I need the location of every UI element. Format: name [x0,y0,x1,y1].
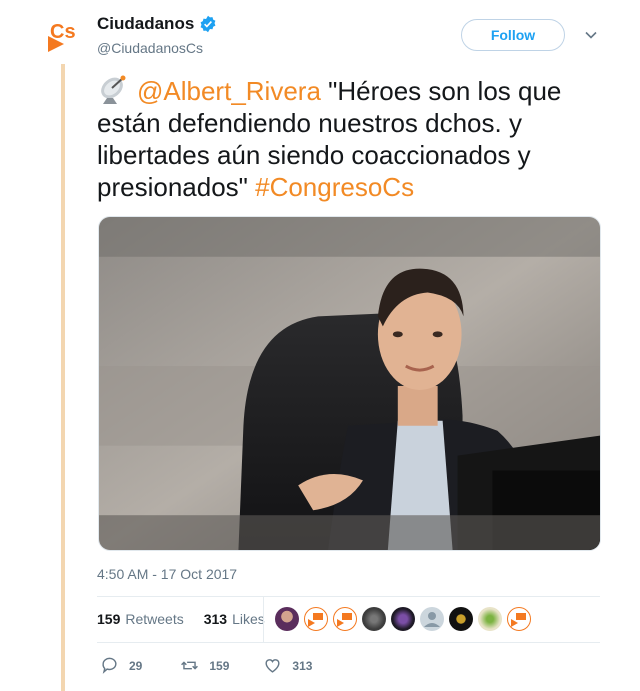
retweets-stat[interactable]: 159 Retweets [97,611,184,627]
account-handle[interactable]: @CiudadanosCs [97,40,203,56]
liker-avatar[interactable] [333,607,357,631]
reply-count: 29 [129,658,143,673]
liker-avatar[interactable] [391,607,415,631]
reply-icon [102,657,117,674]
tweet-text: @Albert_Rivera "Héroes son los que están… [97,74,612,203]
retweet-count: 159 [209,658,230,673]
liker-avatar[interactable] [362,607,386,631]
retweet-button[interactable]: 159 [180,656,229,675]
tweet-stats: 159 Retweets 313 Likes [97,611,275,627]
liker-avatar[interactable] [420,607,444,631]
verified-badge-icon [200,15,216,33]
likes-stat[interactable]: 313 Likes [204,611,265,627]
avatar[interactable]: Cs [44,14,88,58]
logo-text: Cs [50,21,76,43]
hashtag-link[interactable]: #CongresoCs [255,172,414,202]
tweet-actions: 29 159 313 [100,656,312,675]
account-name[interactable]: Ciudadanos [97,14,194,34]
liker-avatar[interactable] [449,607,473,631]
likes-count: 313 [203,611,228,627]
thread-line [61,64,65,691]
reply-button[interactable]: 29 [100,656,142,675]
likers-avatars [275,607,536,631]
liker-avatar[interactable] [275,607,299,631]
like-button[interactable]: 313 [263,656,312,675]
liker-avatar[interactable] [304,607,328,631]
tweet-photo[interactable] [98,216,601,551]
likes-label: Likes [232,611,265,627]
follow-button[interactable]: Follow [461,19,565,51]
retweets-label: Retweets [125,611,184,627]
tweet-timestamp[interactable]: 4:50 AM - 17 Oct 2017 [97,566,237,582]
divider [263,597,264,642]
retweets-count: 159 [97,611,121,627]
divider [97,596,600,597]
chevron-down-icon[interactable] [584,28,598,42]
account-name-row[interactable]: Ciudadanos [97,14,217,34]
retweet-icon [181,661,199,670]
divider [97,642,600,643]
liker-avatar[interactable] [478,607,502,631]
heart-icon [265,659,280,673]
liker-avatar[interactable] [507,607,531,631]
mention-link[interactable]: @Albert_Rivera [137,76,321,106]
satellite-antenna-icon [101,75,126,104]
like-count: 313 [292,658,313,673]
